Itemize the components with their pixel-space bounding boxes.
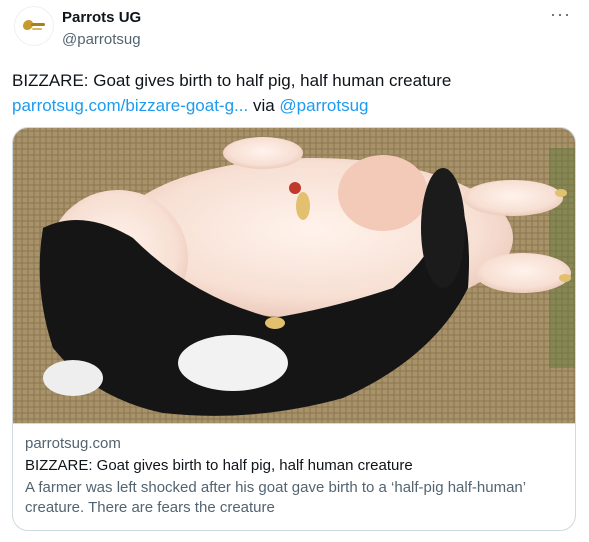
tweet: Parrots UG @parrotsug ··· BIZZARE: Goat …	[0, 0, 589, 542]
card-domain: parrotsug.com	[25, 435, 121, 452]
card-image[interactable]	[13, 128, 575, 423]
author-handle[interactable]: @parrotsug	[62, 31, 141, 48]
via-handle-link[interactable]: @parrotsug	[279, 96, 368, 115]
tweet-link[interactable]: parrotsug.com/bizzare-goat-g...	[12, 96, 248, 115]
link-preview-card[interactable]: parrotsug.com BIZZARE: Goat gives birth …	[12, 127, 576, 531]
via-text: via	[248, 96, 280, 115]
tweet-text: BIZZARE: Goat gives birth to half pig, h…	[12, 68, 577, 118]
card-description: A farmer was left shocked after his goat…	[25, 479, 526, 516]
card-title: BIZZARE: Goat gives birth to half pig, h…	[25, 457, 413, 474]
parrots-logo-icon	[23, 19, 45, 33]
card-body[interactable]: parrotsug.com BIZZARE: Goat gives birth …	[13, 423, 575, 518]
tweet-headline: BIZZARE: Goat gives birth to half pig, h…	[12, 71, 452, 90]
more-options-icon[interactable]: ···	[550, 4, 571, 25]
tweet-link-line: parrotsug.com/bizzare-goat-g... via @par…	[12, 93, 577, 118]
author-name[interactable]: Parrots UG	[62, 9, 141, 26]
avatar[interactable]	[14, 6, 54, 46]
